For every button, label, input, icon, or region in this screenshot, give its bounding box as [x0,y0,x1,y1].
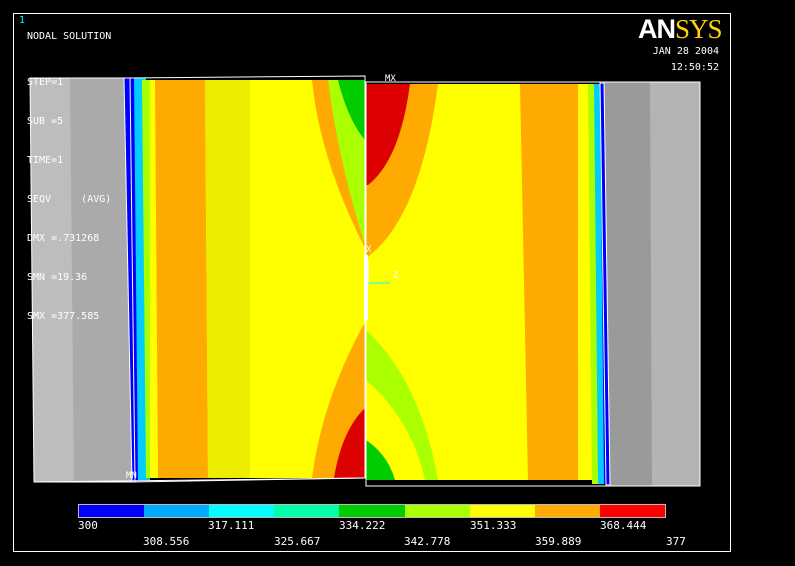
left-band-yellow-soft [205,80,250,478]
ansys-logo: ANSYS [638,14,723,44]
legend-label: 359.889 [535,535,582,548]
legend-swatch [599,505,665,517]
info-step: STEP=1 [27,77,64,88]
legend-label: 351.333 [470,519,517,532]
legend-label: 342.778 [404,535,451,548]
legend-swatch [274,505,340,517]
legend-label: 317.111 [208,519,255,532]
legend-swatch [469,505,535,517]
legend-label: 377 [666,535,686,548]
legend-swatch [339,505,405,517]
legend-swatch [209,505,275,517]
contour-plot[interactable] [0,0,795,566]
info-time: TIME=1 [27,155,64,166]
legend-swatch [534,505,600,517]
legend-label: 368.444 [600,519,647,532]
window-number: 1 [19,15,26,26]
right-roller-shade [650,82,700,486]
info-seqv: SEQV (AVG) [27,194,112,205]
right-band-orange [520,84,578,480]
date-stamp: JAN 28 2004 [652,46,719,57]
legend-label: 334.222 [339,519,386,532]
legend-swatch [404,505,470,517]
triad-x-label: X [366,245,372,255]
legend-swatch [79,505,145,517]
info-smn: SMN =19.36 [27,272,88,283]
legend-label: 325.667 [274,535,321,548]
contour-legend [78,504,666,518]
solution-type-label: NODAL SOLUTION [27,31,112,42]
info-sub: SUB =5 [27,116,64,127]
legend-swatch [144,505,210,517]
min-marker: MN [126,471,137,481]
time-stamp: 12:50:52 [670,62,719,73]
legend-label: 308.556 [143,535,190,548]
max-marker: MX [385,74,396,84]
info-smx: SMX =377.585 [27,311,100,322]
triad-z-label: Z [393,271,399,281]
solution-info: STEP=1 SUB =5 TIME=1 SEQV (AVG) DMX =.73… [27,53,111,338]
legend-label: 300 [78,519,98,532]
info-dmx: DMX =.731268 [27,233,100,244]
left-band-orange [155,80,208,478]
